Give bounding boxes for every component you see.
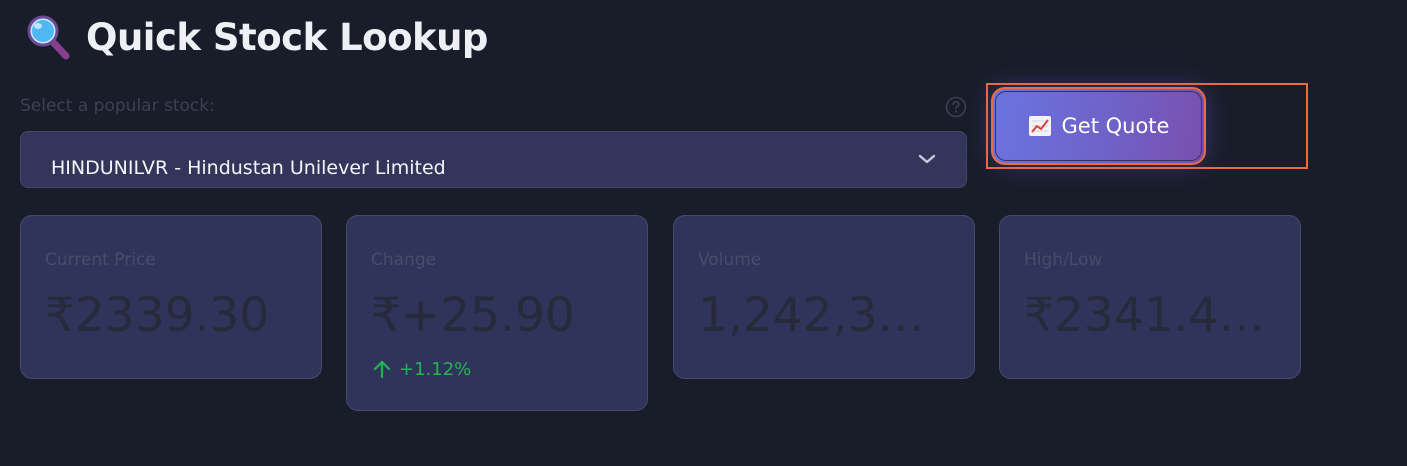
chart-increasing-icon — [1028, 115, 1052, 137]
stock-lookup-page: Quick Stock Lookup Select a popular stoc… — [0, 0, 1407, 466]
magnifying-glass-icon — [26, 14, 72, 60]
get-quote-label: Get Quote — [1061, 114, 1170, 138]
metric-card-current-price: Current Price ₹2339.30 — [20, 215, 322, 379]
metric-delta: +1.12% — [371, 358, 471, 380]
stock-select-dropdown[interactable]: HINDUNILVR - Hindustan Unilever Limited — [20, 131, 967, 188]
metric-label: Change — [371, 250, 437, 270]
chevron-down-icon[interactable] — [918, 152, 936, 166]
metric-value: 1,242,34… — [698, 288, 950, 343]
metric-card-change: Change ₹+25.90 +1.12% — [346, 215, 648, 411]
metric-value: ₹+25.90 — [371, 288, 575, 343]
page-header: Quick Stock Lookup — [26, 14, 488, 60]
metric-label: Volume — [698, 250, 762, 270]
metric-label: Current Price — [45, 250, 156, 270]
arrow-up-icon — [371, 358, 393, 380]
stock-select-label: Select a popular stock: — [20, 96, 215, 116]
metric-card-high-low: High/Low ₹2341.4… — [999, 215, 1301, 379]
question-circle-icon[interactable] — [945, 96, 967, 118]
page-title: Quick Stock Lookup — [86, 15, 488, 59]
metric-value: ₹2341.4… — [1024, 288, 1266, 343]
metric-value: ₹2339.30 — [45, 288, 270, 343]
get-quote-button[interactable]: Get Quote — [991, 87, 1206, 165]
metric-card-volume: Volume 1,242,34… — [673, 215, 975, 379]
metric-delta-value: +1.12% — [399, 358, 472, 380]
stock-select-value: HINDUNILVR - Hindustan Unilever Limited — [51, 157, 446, 179]
metric-label: High/Low — [1024, 250, 1103, 270]
